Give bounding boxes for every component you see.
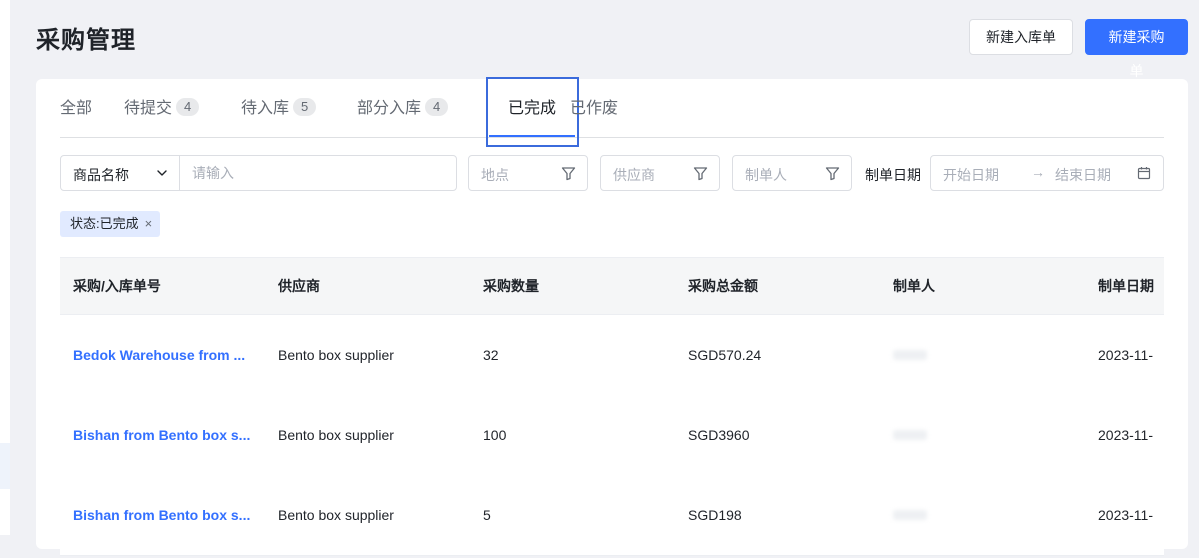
tab-all[interactable]: 全部 [60, 79, 92, 137]
redacted-creator [893, 510, 927, 520]
order-number-link[interactable]: Bishan from Bento box s... [73, 475, 250, 555]
search-field-select-value: 商品名称 [73, 167, 129, 183]
tab-label: 全部 [60, 100, 93, 117]
date-range-picker[interactable]: 开始日期 → 结束日期 [930, 155, 1164, 191]
date-filter-label: 制单日期 [865, 167, 921, 183]
calendar-icon [1137, 167, 1151, 180]
column-header-supplier: 供应商 [278, 278, 320, 294]
chevron-down-icon [157, 170, 167, 176]
tab-label: 待提交 [124, 100, 173, 117]
table-row[interactable]: Bishan from Bento box s... Bento box sup… [60, 475, 1164, 556]
status-tabs: 全部 待提交 4 待入库 5 部分入库 4 已完成 已作废 [60, 77, 1164, 147]
table-header: 采购/入库单号 供应商 采购数量 采购总金额 制单人 制单日期 [60, 258, 1164, 315]
new-purchase-button[interactable]: 新建采购单 [1085, 19, 1188, 79]
redacted-creator [893, 350, 927, 360]
active-filter-tag: 状态:已完成 × [60, 211, 161, 237]
date-cell: 2023-11- [1098, 507, 1154, 523]
count-badge: 4 [176, 98, 200, 116]
product-search-group: 商品名称 [60, 155, 457, 191]
left-edge-selected-marker [0, 443, 10, 489]
tab-label: 部分入库 [357, 100, 422, 117]
column-header-amount: 采购总金额 [688, 278, 758, 294]
page-title: 采购管理 [36, 27, 136, 54]
table-row[interactable]: Bishan from Bento box s... Bento box sup… [60, 395, 1164, 476]
table-row[interactable]: Bedok Warehouse from ... Bento box suppl… [60, 315, 1164, 396]
tab-label: 已作废 [570, 100, 619, 117]
count-badge: 5 [293, 98, 317, 116]
quantity-cell: 5 [483, 507, 491, 523]
creator-cell [893, 475, 927, 555]
supplier-cell: Bento box supplier [278, 347, 394, 363]
tab-pending-submit[interactable]: 待提交 4 [124, 79, 200, 137]
close-icon[interactable]: × [145, 211, 153, 237]
supplier-filter[interactable]: 供应商 [600, 155, 720, 191]
creator-cell [893, 395, 927, 475]
supplier-cell: Bento box supplier [278, 507, 394, 523]
amount-cell: SGD570.24 [688, 347, 762, 363]
main-card: 全部 待提交4 待入库5 部分入库4 已完成 已作废 商品名称 地点 [36, 77, 1188, 556]
column-header-order-no: 采购/入库单号 [73, 278, 161, 294]
date-cell: 2023-11- [1098, 347, 1154, 363]
date-cell: 2023-11- [1098, 427, 1154, 443]
tab-focus-outline [486, 77, 579, 147]
left-edge-panel [0, 0, 10, 535]
creator-cell [893, 315, 927, 395]
supplier-filter-placeholder: 供应商 [613, 167, 655, 183]
filter-icon [561, 167, 576, 181]
order-number-link[interactable]: Bedok Warehouse from ... [73, 315, 245, 395]
filter-icon [825, 167, 840, 181]
amount-cell: SGD3960 [688, 427, 750, 443]
amount-cell: SGD198 [688, 507, 742, 523]
quantity-cell: 100 [483, 427, 507, 443]
tab-label: 待入库 [241, 100, 290, 117]
column-header-quantity: 采购数量 [483, 278, 539, 294]
tab-partial-inbound[interactable]: 部分入库 4 [357, 79, 449, 137]
location-filter[interactable]: 地点 [468, 155, 588, 191]
creator-filter[interactable]: 制单人 [732, 155, 852, 191]
start-date-placeholder: 开始日期 [943, 167, 999, 183]
supplier-cell: Bento box supplier [278, 427, 394, 443]
tab-pending-inbound[interactable]: 待入库 5 [241, 79, 317, 137]
end-date-placeholder: 结束日期 [1055, 167, 1111, 183]
search-input[interactable] [192, 163, 442, 183]
orders-table: 采购/入库单号 供应商 采购数量 采购总金额 制单人 制单日期 Bedok Wa… [60, 257, 1164, 558]
column-header-creator: 制单人 [893, 278, 935, 294]
redacted-creator [893, 430, 927, 440]
count-badge: 4 [425, 98, 449, 116]
creator-filter-placeholder: 制单人 [745, 167, 787, 183]
filter-icon [693, 167, 708, 181]
date-range-arrow: → [1031, 164, 1045, 180]
location-filter-placeholder: 地点 [481, 167, 509, 183]
tab-voided[interactable]: 已作废 [570, 79, 618, 137]
filter-tag-label: 状态:已完成 [70, 216, 139, 231]
search-field-select[interactable]: 商品名称 [61, 156, 180, 190]
new-inbound-button[interactable]: 新建入库单 [969, 19, 1073, 55]
quantity-cell: 32 [483, 347, 499, 363]
order-number-link[interactable]: Bishan from Bento box s... [73, 395, 250, 475]
column-header-date: 制单日期 [1098, 278, 1154, 294]
